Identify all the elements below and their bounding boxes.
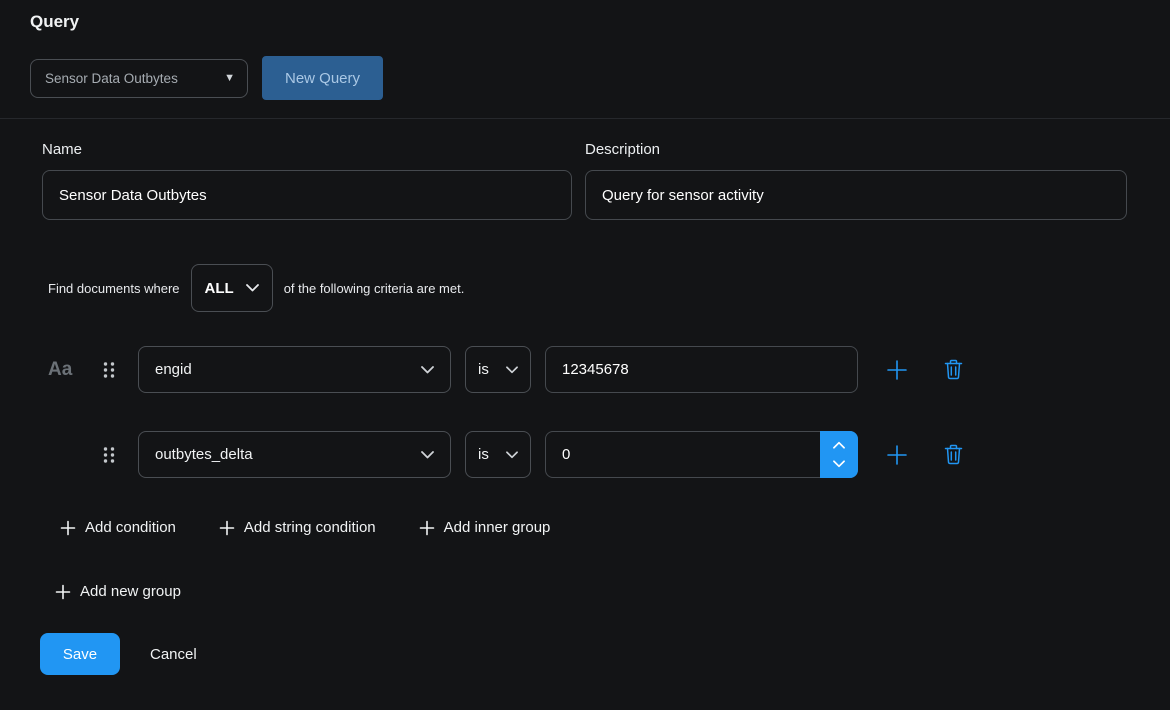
description-input[interactable] bbox=[585, 170, 1127, 220]
dropdown-arrow-icon: ▼ bbox=[224, 72, 235, 84]
criteria-suffix-text: of the following criteria are met. bbox=[284, 281, 465, 296]
description-label: Description bbox=[585, 141, 1127, 158]
chevron-down-icon bbox=[421, 451, 434, 459]
plus-icon bbox=[419, 520, 435, 536]
new-query-button[interactable]: New Query bbox=[262, 56, 383, 100]
condition-value-input[interactable] bbox=[545, 346, 858, 393]
description-field-group: Description bbox=[585, 141, 1127, 220]
drag-handle-icon[interactable] bbox=[103, 361, 117, 379]
query-toolbar: Sensor Data Outbytes ▼ New Query bbox=[30, 56, 1170, 100]
saved-query-select-value: Sensor Data Outbytes bbox=[45, 71, 178, 86]
operator-select-value: is bbox=[478, 361, 489, 378]
condition-value-input[interactable] bbox=[545, 431, 858, 478]
saved-query-select[interactable]: Sensor Data Outbytes ▼ bbox=[30, 59, 248, 98]
chevron-down-icon bbox=[506, 366, 518, 374]
stepper-down-icon[interactable] bbox=[833, 460, 845, 468]
add-condition-label: Add condition bbox=[85, 519, 176, 536]
add-condition-link[interactable]: Add condition bbox=[60, 519, 176, 536]
add-links-row: Add condition Add string condition Add i… bbox=[0, 519, 1170, 536]
field-select-value: outbytes_delta bbox=[155, 446, 253, 463]
operator-select[interactable]: is bbox=[465, 431, 531, 478]
number-stepper[interactable] bbox=[820, 431, 858, 478]
stepper-up-icon[interactable] bbox=[833, 441, 845, 449]
add-string-condition-link[interactable]: Add string condition bbox=[219, 519, 376, 536]
operator-select[interactable]: is bbox=[465, 346, 531, 393]
chevron-down-icon bbox=[246, 284, 259, 292]
plus-icon bbox=[219, 520, 235, 536]
delete-condition-trash-icon[interactable] bbox=[940, 357, 966, 383]
name-input[interactable] bbox=[42, 170, 572, 220]
plus-icon bbox=[60, 520, 76, 536]
name-label: Name bbox=[42, 141, 572, 158]
query-builder-page: Query Sensor Data Outbytes ▼ New Query N… bbox=[0, 0, 1170, 710]
condition-row: Aa engid is bbox=[0, 346, 1170, 393]
field-select[interactable]: outbytes_delta bbox=[138, 431, 451, 478]
cancel-button[interactable]: Cancel bbox=[150, 646, 197, 663]
condition-value-wrap bbox=[545, 346, 858, 393]
conditions-list: Aa engid is bbox=[0, 346, 1170, 600]
add-inner-group-link[interactable]: Add inner group bbox=[419, 519, 551, 536]
name-field-group: Name bbox=[42, 141, 572, 220]
add-string-condition-label: Add string condition bbox=[244, 519, 376, 536]
add-inner-group-label: Add inner group bbox=[444, 519, 551, 536]
match-type-value: ALL bbox=[205, 280, 234, 297]
add-condition-plus-icon[interactable] bbox=[884, 357, 910, 383]
condition-value-wrap bbox=[545, 431, 858, 478]
match-type-select[interactable]: ALL bbox=[191, 264, 273, 312]
add-group-row: Add new group bbox=[0, 583, 1170, 600]
field-select[interactable]: engid bbox=[138, 346, 451, 393]
add-new-group-link[interactable]: Add new group bbox=[55, 583, 1170, 600]
query-meta-fields: Name Description bbox=[42, 141, 1170, 220]
delete-condition-trash-icon[interactable] bbox=[940, 442, 966, 468]
condition-row: outbytes_delta is bbox=[0, 431, 1170, 478]
field-select-value: engid bbox=[155, 361, 192, 378]
operator-select-value: is bbox=[478, 446, 489, 463]
save-button[interactable]: Save bbox=[40, 633, 120, 675]
page-title: Query bbox=[0, 0, 1170, 32]
divider bbox=[0, 118, 1170, 119]
chevron-down-icon bbox=[506, 451, 518, 459]
plus-icon bbox=[55, 584, 71, 600]
add-new-group-label: Add new group bbox=[80, 583, 181, 600]
string-type-icon: Aa bbox=[48, 359, 78, 381]
chevron-down-icon bbox=[421, 366, 434, 374]
criteria-prefix-text: Find documents where bbox=[48, 281, 180, 296]
footer-actions: Save Cancel bbox=[40, 633, 1170, 675]
drag-handle-icon[interactable] bbox=[103, 446, 117, 464]
criteria-sentence: Find documents where ALL of the followin… bbox=[48, 264, 1170, 312]
add-condition-plus-icon[interactable] bbox=[884, 442, 910, 468]
